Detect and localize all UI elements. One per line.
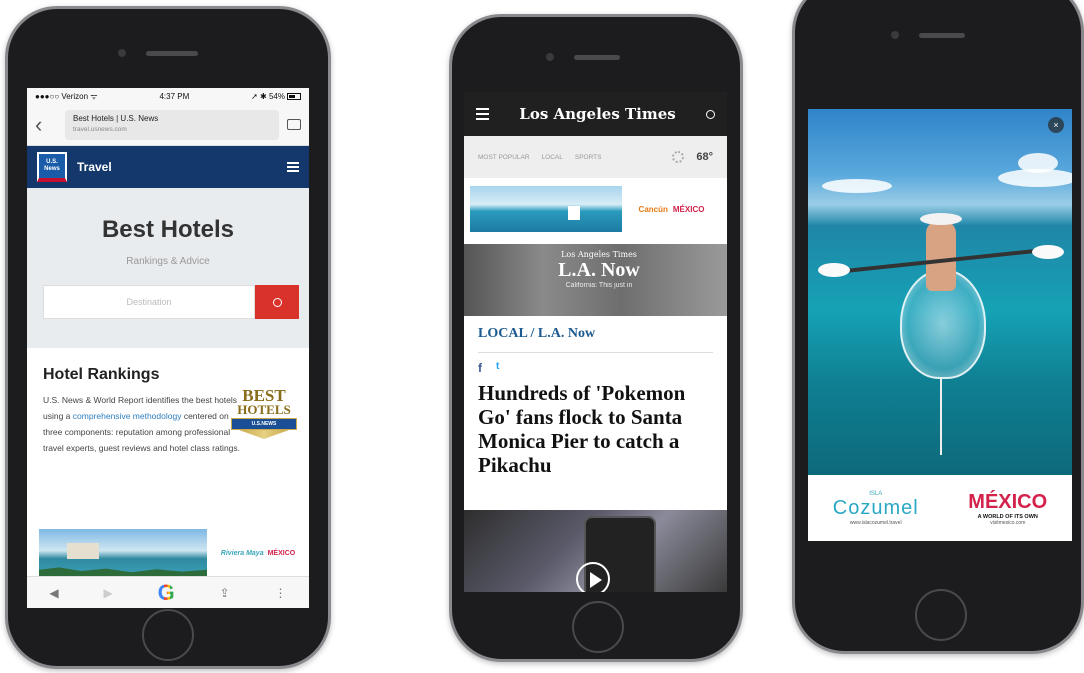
cozumel-logo[interactable]: ISLA Cozumel www.islacozumel.travel (833, 491, 919, 526)
site-header: Los Angeles Times (464, 92, 727, 136)
rankings-description: U.S. News & World Report identifies the … (43, 395, 241, 453)
screen: Los Angeles Times MOST POPULAR LOCAL SPO… (464, 92, 727, 592)
facebook-icon[interactable]: f (478, 361, 482, 375)
screen: ●●●○○ Verizon ᯤ 4:37 PM ➚ ✱ 54% ‹ Best H… (27, 88, 309, 608)
riviera-maya-ad-banner[interactable]: Riviera Maya MÉXICO (39, 529, 309, 577)
home-button[interactable] (142, 609, 194, 661)
hero-subtitle: Rankings & Advice (126, 256, 210, 267)
back-arrow-icon[interactable]: ◀ (49, 586, 58, 600)
menu-icon[interactable] (476, 108, 489, 120)
methodology-link[interactable]: comprehensive methodology (73, 411, 182, 421)
hero-title: Best Hotels (101, 216, 235, 243)
nav-sports[interactable]: SPORTS (575, 154, 602, 161)
earpiece-speaker (146, 51, 198, 56)
destination-search: Destination (43, 285, 299, 319)
usnews-logo[interactable]: U.S. News (37, 152, 67, 182)
menu-icon[interactable] (287, 162, 299, 172)
front-camera (891, 31, 899, 39)
divider (478, 352, 713, 353)
ad-brand: Cancún MÉXICO (622, 186, 721, 232)
forward-arrow-icon[interactable]: ▶ (104, 586, 113, 600)
beach-photo (470, 186, 622, 232)
phone-us-news: ●●●○○ Verizon ᯤ 4:37 PM ➚ ✱ 54% ‹ Best H… (5, 6, 331, 669)
play-icon[interactable] (576, 562, 610, 592)
best-hotels-badge: BEST HOTELS U.S.NEWS (231, 387, 297, 439)
earpiece-speaker (574, 55, 620, 60)
search-icon (272, 297, 282, 307)
nav-local[interactable]: LOCAL (542, 154, 563, 161)
cancun-ad-banner[interactable]: Cancún MÉXICO (470, 186, 721, 232)
hotel-rankings-section: Hotel Rankings U.S. News & World Report … (27, 348, 309, 498)
destination-input[interactable]: Destination (43, 285, 255, 319)
la-times-logo[interactable]: Los Angeles Times (489, 105, 706, 123)
front-camera (118, 49, 126, 57)
carrier-label: ●●●○○ Verizon ᯤ (35, 91, 98, 101)
section-title: Travel (77, 160, 112, 174)
ad-footer: ISLA Cozumel www.islacozumel.travel MÉXI… (808, 475, 1072, 541)
earpiece-speaker (919, 33, 965, 38)
nav-most-popular[interactable]: MOST POPULAR (478, 154, 530, 161)
back-chevron-icon[interactable]: ‹ (35, 112, 57, 138)
browser-toolbar: ◀ ▶ G ⇪ ⋮ (27, 576, 309, 608)
twitter-icon[interactable]: t (496, 361, 499, 375)
page-domain: travel.usnews.com (73, 125, 127, 133)
browser-url-bar: ‹ Best Hotels | U.S. News travel.usnews.… (27, 104, 309, 146)
search-button[interactable] (255, 285, 299, 319)
battery-indicator: ➚ ✱ 54% (251, 92, 301, 101)
rankings-heading: Hotel Rankings (43, 366, 160, 383)
google-icon[interactable]: G (158, 580, 175, 606)
article-video[interactable] (464, 510, 727, 592)
address-field[interactable]: Best Hotels | U.S. News travel.usnews.co… (65, 109, 279, 140)
hero-section: Best Hotels Rankings & Advice Destinatio… (27, 188, 309, 348)
phone-cozumel-ad: × ISLA Cozumel www.islacozumel.travel MÉ… (792, 0, 1084, 654)
kayak-ad-photo[interactable]: × (808, 109, 1072, 475)
article-kicker[interactable]: LOCAL / L.A. Now (478, 326, 713, 342)
clock: 4:37 PM (159, 91, 190, 101)
front-camera (546, 53, 554, 61)
la-now-banner[interactable]: Los Angeles Times L.A. Now California: T… (464, 244, 727, 316)
weather-icon (672, 151, 685, 163)
share-icon[interactable]: ⇪ (220, 586, 230, 600)
site-header: U.S. News Travel (27, 146, 309, 188)
phone-la-times: Los Angeles Times MOST POPULAR LOCAL SPO… (449, 14, 743, 662)
article-headline: Hundreds of 'Pokemon Go' fans flock to S… (478, 381, 686, 477)
section-nav: MOST POPULAR LOCAL SPORTS 68° (464, 136, 727, 178)
more-icon[interactable]: ⋮ (275, 586, 287, 600)
temperature: 68° (696, 151, 713, 163)
screen: × ISLA Cozumel www.islacozumel.travel MÉ… (808, 109, 1072, 541)
search-icon[interactable] (706, 109, 715, 119)
share-links: f t (478, 361, 713, 375)
status-bar: ●●●○○ Verizon ᯤ 4:37 PM ➚ ✱ 54% (27, 88, 309, 104)
mexico-logo[interactable]: MÉXICO A WORLD OF ITS OWN visitmexico.co… (968, 491, 1047, 526)
home-button[interactable] (915, 589, 967, 641)
woman-in-kayak (920, 213, 962, 291)
page-title: Best Hotels | U.S. News (73, 113, 159, 123)
tabs-icon[interactable] (287, 119, 301, 130)
home-button[interactable] (572, 601, 624, 653)
ruins-beach-photo (39, 529, 207, 577)
ad-brand: Riviera Maya MÉXICO (207, 529, 309, 577)
close-icon[interactable]: × (1048, 117, 1064, 133)
article-body: LOCAL / L.A. Now f t Hundreds of 'Pokemo… (464, 316, 727, 477)
battery-icon (287, 92, 301, 100)
